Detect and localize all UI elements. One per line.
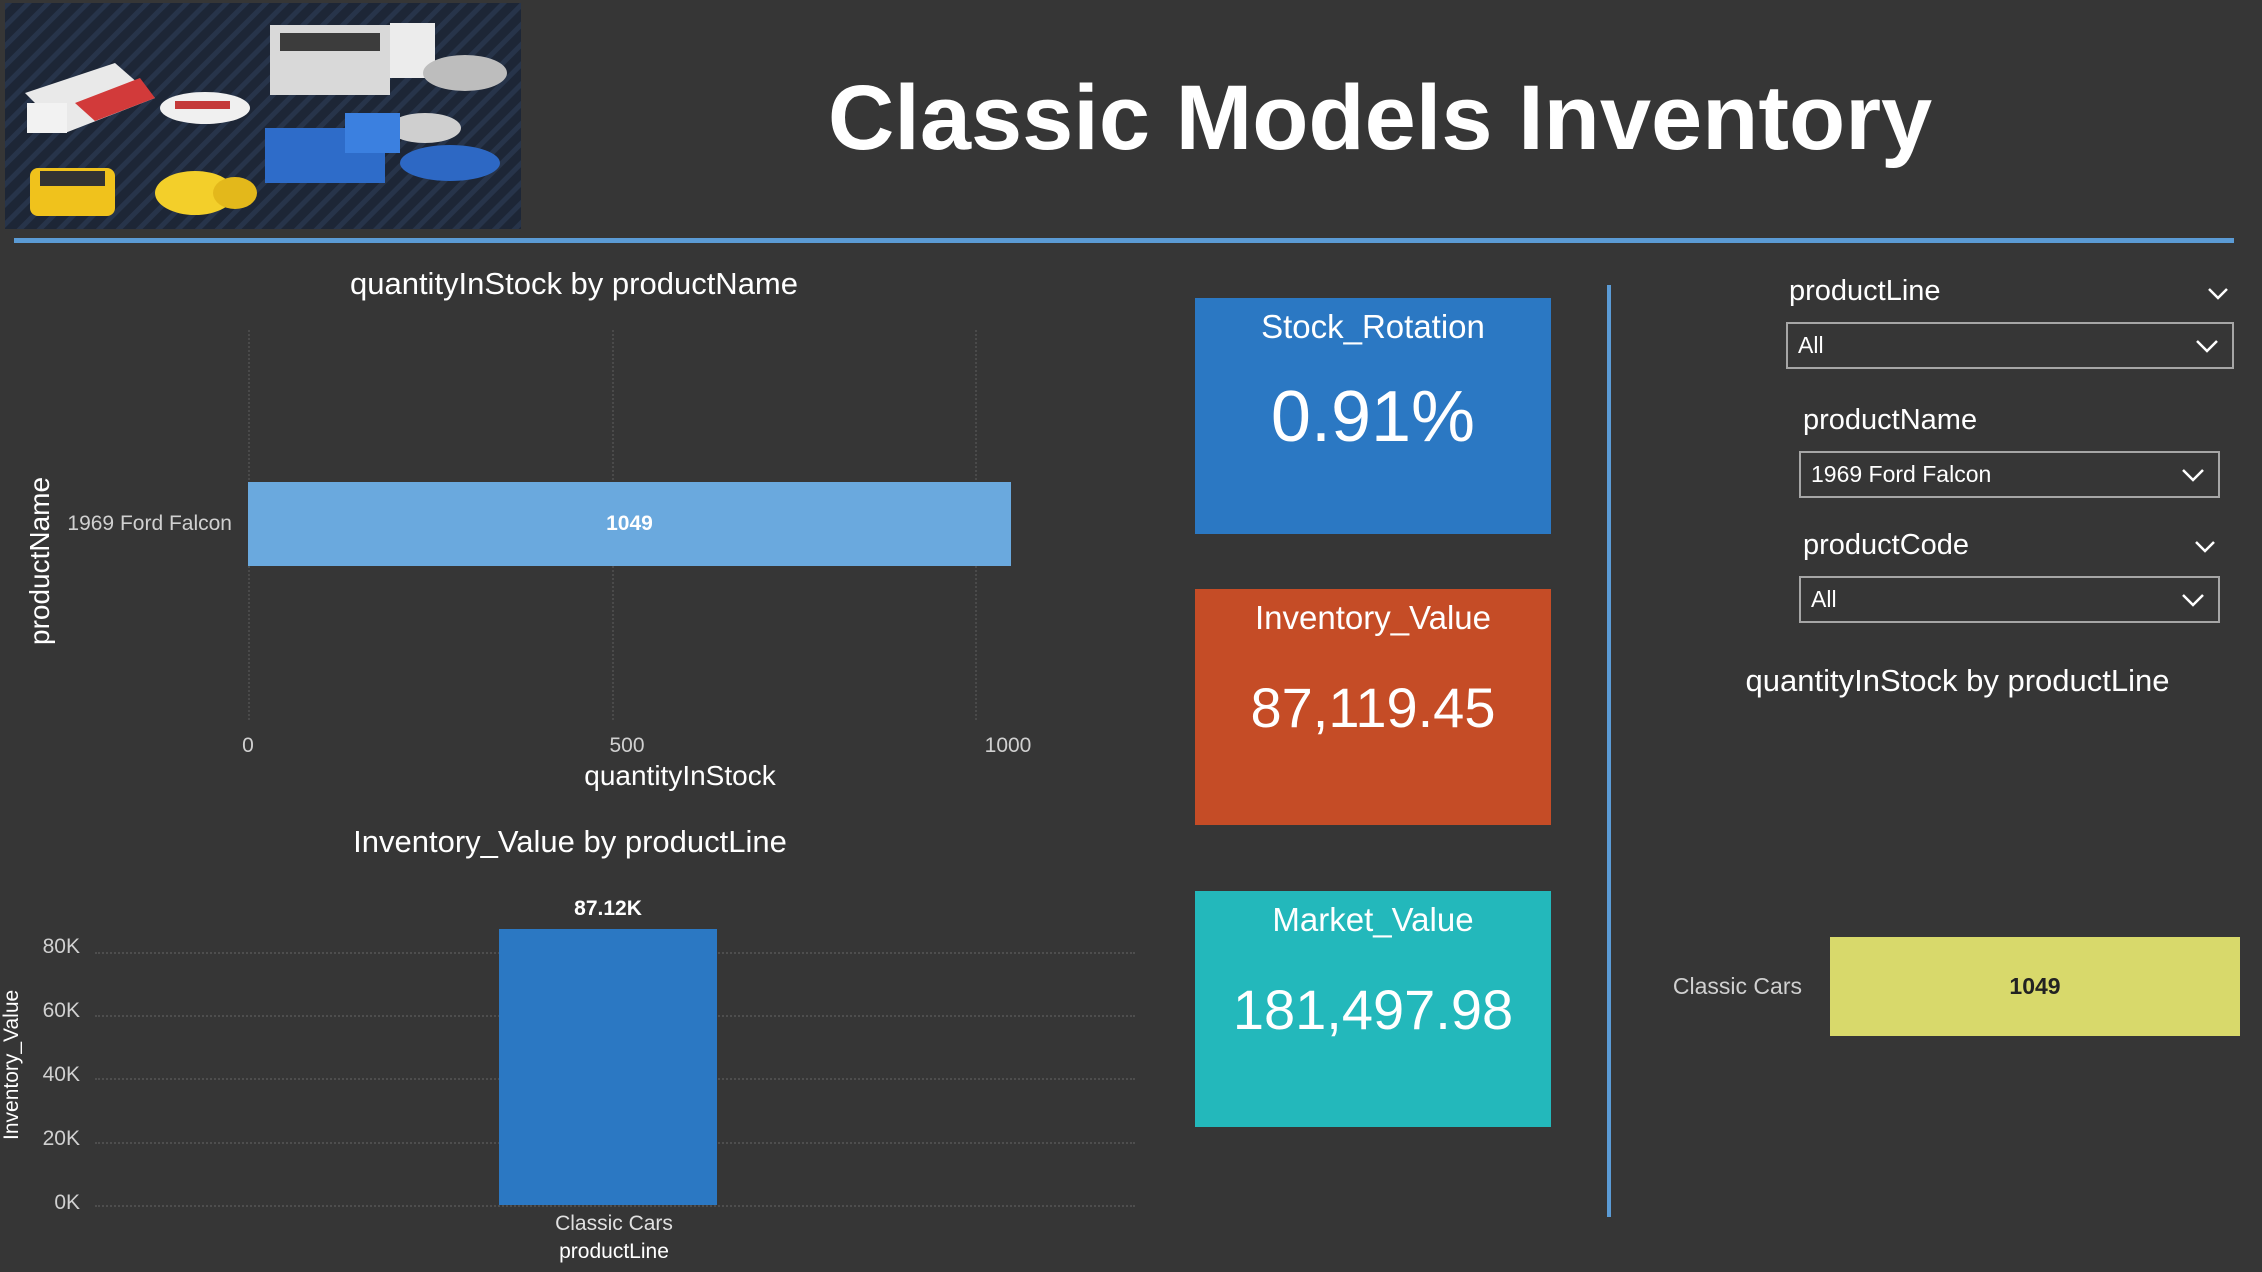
chart-qty-by-name-x-title: quantityInStock: [584, 760, 776, 791]
market-value-label: Market_Value: [1272, 901, 1474, 938]
slicer-product-code-label: productCode: [1803, 529, 1970, 561]
chart-qty-by-line-bar[interactable]: 1049: [1830, 937, 2240, 1036]
bar[interactable]: [499, 929, 717, 1205]
slicer-product-name-value: 1969 Ford Falcon: [1811, 461, 1992, 487]
inventory-value-value: 87,119.45: [1250, 676, 1496, 739]
vertical-divider: [1607, 285, 1611, 1217]
chart-qty-by-name-tick-0: 0: [242, 734, 254, 757]
page-title: Classic Models Inventory: [827, 67, 1933, 169]
banner-image: [5, 3, 521, 229]
slicer-product-line-label: productLine: [1789, 275, 1941, 307]
chart-inv-by-line-tick-0k: 0K: [54, 1191, 80, 1214]
chart-inv-by-line-category: Classic Cars: [555, 1212, 673, 1235]
chart-inv-by-line-title: Inventory_Value by productLine: [353, 824, 787, 859]
chevron-down-icon: [2196, 339, 2218, 353]
header-divider: [14, 238, 2234, 243]
inventory-value-label: Inventory_Value: [1254, 599, 1492, 636]
slicer-product-line-dropdown[interactable]: All: [1786, 322, 2234, 369]
stock-rotation-value: 0.91%: [1270, 377, 1476, 457]
chevron-down-icon: [2182, 468, 2204, 482]
chart-qty-by-name-plot[interactable]: 1049: [248, 330, 1048, 720]
gridline: [95, 1205, 1135, 1207]
chevron-down-icon: [2182, 593, 2204, 607]
slicer-product-line-value: All: [1798, 332, 1824, 358]
bar[interactable]: 1049: [248, 482, 1011, 566]
chart-inv-by-line-plot[interactable]: 87.12K: [95, 897, 1135, 1207]
chart-inv-by-line-tick-20k: 20K: [42, 1127, 80, 1150]
chevron-down-icon[interactable]: [2192, 533, 2218, 559]
chart-qty-by-line-bar-label: 1049: [2009, 973, 2061, 999]
market-value-card[interactable]: Market_Value 181,497.98: [1195, 891, 1551, 1127]
chart-qty-by-line-title: quantityInStock by productLine: [1745, 663, 2170, 698]
slicer-product-code-dropdown[interactable]: All: [1799, 576, 2220, 623]
stock-rotation-card[interactable]: Stock_Rotation 0.91%: [1195, 298, 1551, 534]
chart-inv-by-line-y-title: Inventory_Value: [0, 989, 23, 1140]
chart-qty-by-line-category: Classic Cars: [1672, 973, 1802, 999]
slicer-product-name-dropdown[interactable]: 1969 Ford Falcon: [1799, 451, 2220, 498]
chart-qty-by-name-title: quantityInStock by productName: [349, 266, 799, 301]
bar-data-label: 1049: [606, 512, 653, 535]
bar-data-label: 87.12K: [574, 897, 642, 921]
toy-cars-illustration: [5, 3, 521, 229]
chart-qty-by-name-category: 1969 Ford Falcon: [67, 512, 232, 535]
chart-inv-by-line-tick-40k: 40K: [42, 1063, 80, 1086]
market-value-value: 181,497.98: [1232, 978, 1514, 1041]
chevron-down-icon[interactable]: [2205, 280, 2231, 306]
chart-inv-by-line-tick-60k: 60K: [42, 999, 80, 1022]
chart-qty-by-name-tick-1000: 1000: [984, 734, 1032, 757]
chart-qty-by-name-tick-500: 500: [609, 734, 645, 757]
inventory-value-card[interactable]: Inventory_Value 87,119.45: [1195, 589, 1551, 825]
slicer-product-code-value: All: [1811, 586, 1837, 612]
chart-inv-by-line-tick-80k: 80K: [42, 935, 80, 958]
slicer-product-name-label: productName: [1803, 404, 1978, 436]
chart-inv-by-line-x-title: productLine: [559, 1240, 669, 1263]
stock-rotation-label: Stock_Rotation: [1261, 308, 1485, 345]
